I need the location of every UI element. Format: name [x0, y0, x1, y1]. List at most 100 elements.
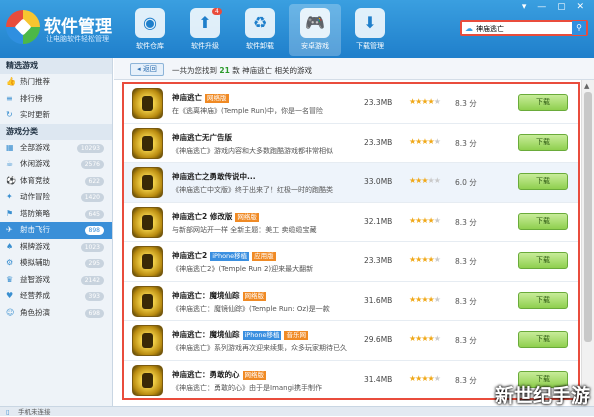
nav-download[interactable]: ⬇ 下载管理 [344, 4, 396, 56]
download-button[interactable]: 下载 [518, 133, 568, 151]
game-icon[interactable] [132, 206, 163, 238]
game-size: 31.4MB [364, 374, 393, 384]
nav-upgrade[interactable]: ⬆ 软件升级 4 [179, 4, 231, 56]
search-input[interactable] [476, 23, 571, 34]
game-score: 8.3 分 [455, 375, 477, 385]
game-row[interactable]: 神庙逃亡2 iPhone移植 应用版 《神庙逃亡2》(Temple Run 2)迎来最… [124, 242, 578, 282]
category-count-badge: 10293 [76, 143, 104, 153]
sidebar-item-label: 体育竞技 [20, 175, 50, 185]
sidebar-item-category[interactable]: ♛ 益智游戏 2142 [0, 272, 112, 289]
nav-label: 软件升级 [191, 42, 219, 50]
search-box[interactable]: ☁ ⚲ [460, 20, 588, 36]
game-tag-badge: 应用版 [252, 252, 276, 261]
category-count-badge: 295 [84, 259, 104, 268]
download-button[interactable]: 下载 [518, 173, 568, 190]
sidebar-item-category[interactable]: ✈ 射击飞行 898 [0, 222, 112, 239]
sidebar-item-label: 热门推荐 [20, 77, 50, 86]
scroll-up-icon[interactable]: ▲ [584, 82, 589, 90]
game-row[interactable]: 神庙逃亡之勇敢传说中... 《神庙逃亡中文版》终于出来了！红极一时的跑酷类 33.0… [124, 163, 578, 203]
category-icon: ⚑ [6, 208, 14, 218]
sidebar-item-category[interactable]: ☕ 休闲游戏 2576 [0, 156, 112, 173]
game-row[interactable]: 神庙逃亡：魔境仙踪 网络版 《神庙逃亡：魔镜仙踪》(Temple Run: Oz)是… [124, 282, 578, 321]
sidebar-icon: ↻ [6, 110, 13, 119]
star-icon: ★ [433, 373, 441, 383]
game-icon[interactable] [132, 167, 163, 198]
rating-stars: ★★★★★ [409, 334, 441, 343]
search-icon[interactable]: ⚲ [572, 21, 586, 35]
sidebar-item-featured[interactable]: ≡ 排行榜 [0, 91, 112, 108]
game-tag-badge: iPhone移植 [242, 331, 282, 340]
category-icon: ♠ [6, 241, 14, 251]
scroll-thumb[interactable] [584, 92, 592, 342]
download-button[interactable]: 下载 [518, 252, 568, 269]
nav-game[interactable]: 🎮 安卓游戏 [289, 4, 341, 56]
download-button[interactable]: 下载 [518, 331, 568, 348]
sidebar-item-label: 经营养成 [20, 291, 50, 300]
sidebar-icon: ≡ [6, 93, 13, 103]
sidebar-item-category[interactable]: ☺ 角色扮演 698 [0, 305, 112, 322]
game-description: 《神庙逃亡》系列游戏再次迎来续集，众多玩家期待已久 [172, 344, 347, 352]
sidebar-item-label: 排行榜 [20, 93, 43, 103]
game-name[interactable]: 神庙逃亡 网络版 [172, 92, 229, 103]
sidebar-item-label: 射击飞行 [20, 225, 50, 234]
game-name[interactable]: 神庙逃亡2 iPhone移植 应用版 [172, 250, 276, 261]
game-score: 8.3 分 [455, 99, 477, 108]
sidebar-item-label: 实时更新 [20, 110, 50, 119]
window-controls[interactable]: ▾ — ▢ ✕ [522, 2, 588, 12]
sidebar-item-category[interactable]: ⚙ 模拟辅助 295 [0, 255, 112, 272]
sidebar-item-category[interactable]: ✦ 动作冒险 1420 [0, 189, 112, 206]
category-icon: ✈ [6, 225, 13, 234]
sidebar-item-category[interactable]: ⚽ 体育竞技 622 [0, 173, 112, 190]
game-tag-badge: 网络版 [242, 370, 266, 380]
category-count-badge: 698 [84, 308, 104, 318]
download-button[interactable]: 下载 [518, 291, 568, 309]
category-icon: ☺ [6, 307, 15, 317]
game-name[interactable]: 神庙逃亡：魔境仙踪 iPhone移植 音乐网 [172, 329, 308, 340]
sidebar-item-featured[interactable]: 👍 热门推荐 [0, 74, 112, 91]
game-icon[interactable] [132, 364, 163, 396]
game-title: 神庙逃亡：魔境仙踪 [172, 290, 240, 300]
sidebar-item-category[interactable]: ♠ 棋牌游戏 1023 [0, 239, 112, 256]
game-row[interactable]: 神庙逃亡2 修改版 网络版 与新部网站开一样 全新主题：美工 卖缆缆宝藏 32.1MB… [124, 203, 578, 242]
back-button[interactable]: ◂ 返回 [130, 63, 164, 76]
game-row[interactable]: 神庙逃亡无广告版 《神庙逃亡》游戏内容和大多数跑酷游戏都非常相似 23.3MB ★★★… [124, 124, 578, 163]
sidebar-item-category[interactable]: ♥ 经营养成 393 [0, 288, 112, 305]
game-row[interactable]: 神庙逃亡 网络版 在《逃离神庙》(Temple Run)中，你是一名冒险 23.3MB… [124, 84, 578, 124]
nav-label: 安卓游戏 [301, 42, 329, 50]
game-icon: 🎮 [300, 8, 330, 38]
scrollbar[interactable]: ▲ ▼ [581, 80, 594, 406]
nav-disc[interactable]: ◉ 软件仓库 [124, 4, 176, 56]
game-name[interactable]: 神庙逃亡：魔境仙踪 网络版 [172, 290, 266, 301]
download-button[interactable]: 下载 [518, 212, 568, 230]
game-name[interactable]: 神庙逃亡：勇敢的心 网络版 [172, 369, 266, 380]
featured-heading: 精选游戏 [0, 58, 112, 74]
game-score: 8.3 分 [455, 257, 477, 266]
game-row[interactable]: 神庙逃亡：魔境仙踪 iPhone移植 音乐网《神庙逃亡》系列游戏再次迎来续集，众多玩… [124, 321, 578, 361]
game-name[interactable]: 神庙逃亡无广告版 [172, 132, 232, 143]
game-icon[interactable] [132, 246, 163, 277]
result-summary: 一共为您找到 21 款 神庙逃亡 相关的游戏 [172, 66, 312, 75]
game-score: 6.0 分 [455, 178, 477, 187]
game-tag-badge: iPhone移植 [210, 252, 250, 261]
nav-recycle[interactable]: ♻ 软件卸载 [234, 4, 286, 56]
game-title: 神庙逃亡：魔境仙踪 [172, 330, 240, 339]
game-tag-badge: 网络版 [205, 94, 229, 103]
category-count-badge: 2142 [80, 275, 104, 285]
nav-label: 软件卸载 [246, 42, 274, 50]
game-title: 神庙逃亡：勇敢的心 [172, 369, 240, 379]
sidebar-item-featured[interactable]: ↻ 实时更新 [0, 107, 112, 124]
download-button[interactable]: 下载 [518, 94, 568, 111]
game-name[interactable]: 神庙逃亡之勇敢传说中... [172, 171, 256, 182]
game-icon[interactable] [132, 285, 163, 317]
category-count-badge: 1420 [80, 193, 104, 202]
sidebar-item-category[interactable]: ▦ 全部游戏 10293 [0, 140, 112, 157]
game-icon[interactable] [132, 325, 163, 356]
sidebar-item-label: 益智游戏 [20, 274, 50, 284]
game-icon[interactable] [132, 127, 163, 159]
sidebar-item-category[interactable]: ⚑ 塔防策略 645 [0, 206, 112, 223]
star-icon: ★ [433, 176, 441, 185]
rating-stars: ★★★★★ [409, 373, 441, 383]
sidebar-item-label: 角色扮演 [20, 307, 50, 317]
game-name[interactable]: 神庙逃亡2 修改版 网络版 [172, 211, 259, 222]
game-icon[interactable] [132, 88, 163, 119]
